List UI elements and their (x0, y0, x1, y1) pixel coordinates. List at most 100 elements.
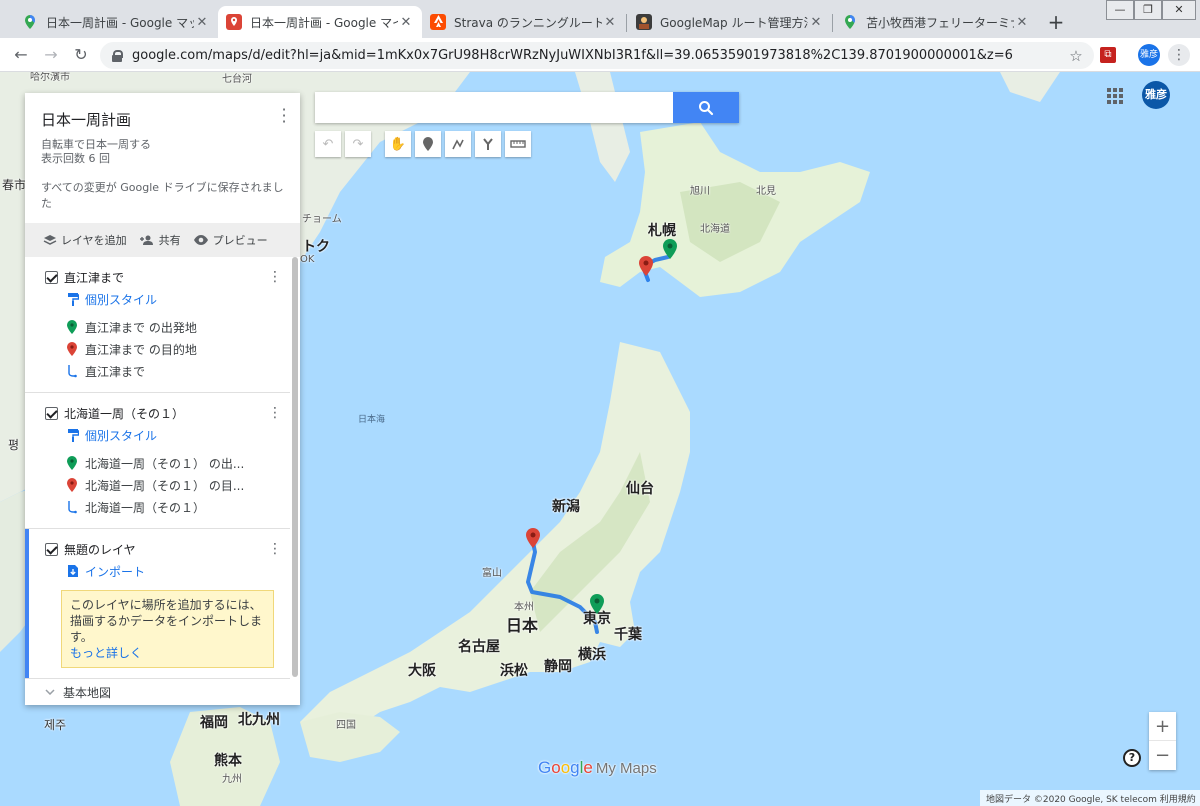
learn-more-link[interactable]: もっと詳しく (70, 646, 142, 660)
new-tab-button[interactable]: + (1046, 12, 1066, 32)
share-label: 共有 (158, 234, 181, 247)
back-arrow-icon[interactable]: ← (10, 44, 32, 66)
basemap-section[interactable]: 基本地図 (25, 678, 290, 705)
layer-untitled: 無題のレイヤ ⋮ インポート このレイヤに場所を追加するには、描画するかデータを… (25, 529, 290, 678)
item-label: 北海道一周（その１） の目... (85, 478, 245, 493)
share-button[interactable]: 共有 (139, 232, 181, 248)
map-label: 福岡 (200, 715, 228, 731)
browser-menu-icon[interactable]: ⋮ (1168, 44, 1190, 66)
item-label: 直江津まで の目的地 (85, 342, 197, 357)
redo-icon[interactable]: ↷ (345, 131, 371, 157)
view-count: 表示回数 6 回 (41, 152, 110, 165)
map-title[interactable]: 日本一周計画 (41, 109, 284, 130)
layer-name[interactable]: 無題のレイヤ (64, 541, 268, 558)
google-apps-icon[interactable] (1107, 88, 1123, 104)
import-link[interactable]: インポート (45, 560, 290, 582)
preview-label: プレビュー (212, 234, 268, 247)
map-attribution[interactable]: 地図データ ©2020 Google, SK telecom 利用規約 (980, 790, 1200, 806)
zoom-out-button[interactable]: − (1149, 741, 1176, 770)
ruler-icon[interactable] (505, 131, 531, 157)
pdf-extension-icon[interactable]: ⧉ (1100, 47, 1116, 63)
maximize-button[interactable]: ❐ (1134, 0, 1162, 20)
list-item[interactable]: 北海道一周（その１） の出... (45, 452, 290, 474)
help-icon[interactable]: ? (1123, 749, 1141, 767)
close-icon[interactable]: ✕ (1014, 15, 1030, 30)
map-label: 浜松 (500, 663, 528, 679)
close-icon[interactable]: ✕ (194, 15, 210, 30)
map-label: 札幌 (648, 223, 676, 239)
layer-name[interactable]: 北海道一周（その１） (64, 405, 268, 422)
tab-divider (626, 14, 627, 32)
map-description[interactable]: 自転車で日本一周する 表示回数 6 回 (41, 138, 284, 166)
search-input[interactable] (315, 92, 673, 123)
layer-visibility-checkbox[interactable] (45, 270, 58, 284)
profile-avatar[interactable]: 雅彦 (1138, 44, 1160, 66)
map-label: 哈尔濱市 (30, 72, 70, 83)
individual-style-link[interactable]: 個別スタイル (45, 424, 290, 446)
zoom-in-button[interactable]: + (1149, 712, 1176, 741)
close-icon[interactable]: ✕ (602, 15, 618, 30)
bookmark-star-icon[interactable]: ☆ (1064, 47, 1088, 65)
close-icon[interactable]: ✕ (808, 15, 824, 30)
forward-arrow-icon[interactable]: → (40, 44, 62, 66)
tab-strava[interactable]: Strava のランニングルート、 ✕ (422, 6, 626, 38)
tab-my-maps[interactable]: 日本一周計画 - Google マイマ ✕ (218, 6, 422, 38)
draw-line-icon[interactable] (445, 131, 471, 157)
url-text[interactable]: google.com/maps/d/edit?hl=ja&mid=1mKx0x7… (132, 48, 1064, 63)
green-pin-icon (67, 320, 77, 334)
map-label: 富山 (482, 568, 502, 579)
tab-google-maps[interactable]: 日本一周計画 - Google マップ ✕ (14, 6, 218, 38)
list-item[interactable]: 直江津まで (45, 360, 290, 382)
reload-icon[interactable]: ↻ (70, 44, 92, 66)
map-label: 北見 (756, 186, 776, 197)
layer-visibility-checkbox[interactable] (45, 406, 58, 420)
list-item[interactable]: 直江津まで の目的地 (45, 338, 290, 360)
close-icon[interactable]: ✕ (398, 15, 414, 30)
preview-button[interactable]: プレビュー (193, 232, 268, 248)
add-layer-label: レイヤを追加 (61, 234, 127, 247)
layer-visibility-checkbox[interactable] (45, 542, 58, 556)
more-vert-icon[interactable]: · · · (280, 102, 288, 130)
more-vert-icon[interactable]: ⋮ (268, 541, 282, 557)
end-pin-icon[interactable] (526, 528, 540, 548)
layer-hokkaido-1: 北海道一周（その１） ⋮ 個別スタイル 北海道一周（その１） の出... 北海道… (25, 393, 290, 529)
address-bar[interactable]: google.com/maps/d/edit?hl=ja&mid=1mKx0x7… (100, 42, 1094, 69)
account-avatar[interactable]: 雅彦 (1142, 81, 1170, 109)
hand-pan-icon[interactable]: ✋ (385, 131, 411, 157)
directions-icon[interactable] (475, 131, 501, 157)
individual-style-link[interactable]: 個別スタイル (45, 288, 290, 310)
route-icon (68, 365, 77, 378)
undo-icon[interactable]: ↶ (315, 131, 341, 157)
search-box (315, 92, 739, 123)
tab-strip: 日本一周計画 - Google マップ ✕ 日本一周計画 - Google マイ… (0, 0, 1200, 38)
map-canvas[interactable]: 哈尔濱市 七台河 春市 チョーム トク OK 평 제주 旭川 北見 札幌 北海道… (0, 72, 1200, 806)
map-label: 七台河 (222, 74, 252, 85)
close-window-button[interactable]: ✕ (1162, 0, 1196, 20)
more-vert-icon[interactable]: ⋮ (268, 405, 282, 421)
list-item[interactable]: 北海道一周（その１） の目... (45, 474, 290, 496)
tab-title: 日本一周計画 - Google マイマ (250, 15, 398, 30)
start-pin-icon[interactable] (590, 594, 604, 614)
map-label: 熊本 (214, 753, 242, 769)
add-layer-button[interactable]: レイヤを追加 (43, 232, 127, 248)
more-vert-icon[interactable]: ⋮ (268, 269, 282, 285)
minimize-button[interactable]: — (1106, 0, 1134, 20)
end-pin-icon[interactable] (639, 256, 653, 276)
list-item[interactable]: 北海道一周（その１） (45, 496, 290, 518)
start-pin-icon[interactable] (663, 239, 677, 259)
list-item[interactable]: 直江津まで の出発地 (45, 316, 290, 338)
item-label: 直江津まで の出発地 (85, 320, 197, 335)
search-button[interactable] (673, 92, 739, 123)
map-label: 春市 (2, 178, 27, 192)
map-label: 本州 (514, 602, 534, 613)
map-label: 평 (8, 438, 20, 452)
add-marker-icon[interactable] (415, 131, 441, 157)
tab-divider (832, 14, 833, 32)
layers-list: 直江津まで ⋮ 個別スタイル 直江津まで の出発地 直江津まで の目的地 直江津… (25, 257, 290, 678)
tab-blog[interactable]: GoogleMap ルート管理方法 - ✕ (628, 6, 832, 38)
layer-name[interactable]: 直江津まで (64, 269, 268, 286)
panel-scrollbar[interactable] (292, 257, 298, 677)
tab-ferry-terminal[interactable]: 苫小牧西港フェリーターミナル ✕ (834, 6, 1038, 38)
browser-toolbar: ← → ↻ google.com/maps/d/edit?hl=ja&mid=1… (0, 38, 1200, 72)
map-label: 日本海 (358, 415, 386, 425)
